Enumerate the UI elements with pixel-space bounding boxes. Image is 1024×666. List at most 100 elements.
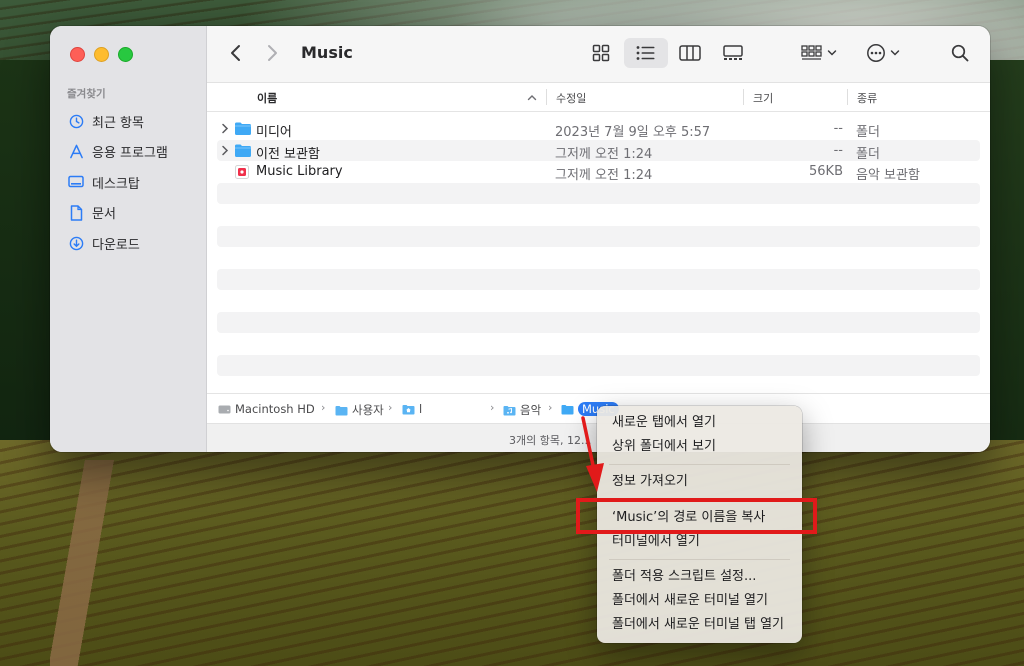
zoom-window-button[interactable] xyxy=(118,47,133,62)
sort-ascending-icon[interactable] xyxy=(527,91,537,104)
desktop-icon xyxy=(68,174,84,190)
empty-row xyxy=(217,311,980,333)
menu-divider xyxy=(609,559,790,560)
main-pane: Music 이름 수정일 크기 종류 미디어 2023년 7월 9일 오후 5:… xyxy=(207,26,990,452)
breadcrumb-label: Macintosh HD xyxy=(235,402,315,416)
file-kind: 폴더 xyxy=(856,125,880,140)
download-icon xyxy=(68,235,84,251)
empty-row xyxy=(217,182,980,204)
file-list: 미디어 2023년 7월 9일 오후 5:57 -- 폴더 이전 보관함 그저께… xyxy=(217,118,980,376)
document-icon xyxy=(68,205,84,221)
background-hill xyxy=(0,440,1024,666)
empty-row xyxy=(217,247,980,269)
back-button[interactable] xyxy=(225,42,247,64)
list-view-button[interactable] xyxy=(624,38,668,68)
chevron-down-icon xyxy=(827,50,837,56)
more-actions-button[interactable] xyxy=(860,38,906,68)
icon-view-button[interactable] xyxy=(584,38,618,68)
disclosure-chevron-icon[interactable] xyxy=(221,123,229,138)
file-date: 그저께 오전 1:24 xyxy=(555,168,653,183)
home-folder-icon xyxy=(402,404,415,414)
grid-icon xyxy=(592,44,610,62)
file-size: -- xyxy=(833,121,843,136)
sidebar-item-applications[interactable]: 응용 프로그램 xyxy=(60,137,200,168)
menu-item-show-in-enclosing-folder[interactable]: 상위 폴더에서 보기 xyxy=(612,437,716,457)
column-kind-header[interactable]: 종류 xyxy=(857,90,877,106)
sidebar-list: 최근 항목 응용 프로그램 데스크탑 문서 다운로드 xyxy=(60,106,200,259)
ellipsis-circle-icon xyxy=(867,44,885,62)
disclosure-chevron-icon[interactable] xyxy=(221,145,229,160)
breadcrumb-home[interactable]: l xyxy=(402,402,422,416)
sidebar-item-label: 데스크탑 xyxy=(92,176,140,192)
file-size: -- xyxy=(833,142,843,158)
breadcrumb-users[interactable]: 사용자 xyxy=(335,402,384,418)
breadcrumb-music-folder[interactable]: 음악 xyxy=(503,402,541,418)
sidebar-item-label: 응용 프로그램 xyxy=(92,146,168,162)
clock-icon xyxy=(68,113,84,129)
applications-icon xyxy=(68,144,84,160)
file-date: 그저께 오전 1:24 xyxy=(555,146,653,162)
column-divider[interactable] xyxy=(847,89,848,105)
menu-item-new-terminal-tab-at-folder[interactable]: 폴더에서 새로운 터미널 탭 열기 xyxy=(612,615,784,635)
background-road xyxy=(50,460,130,666)
minimize-window-button[interactable] xyxy=(94,47,109,62)
table-row[interactable]: 이전 보관함 그저께 오전 1:24 -- 폴더 xyxy=(217,139,980,162)
menu-item-new-terminal-at-folder[interactable]: 폴더에서 새로운 터미널 열기 xyxy=(612,591,768,611)
column-view-button[interactable] xyxy=(673,38,707,68)
forward-button[interactable] xyxy=(261,42,283,64)
empty-row xyxy=(217,268,980,290)
table-row[interactable]: 미디어 2023년 7월 9일 오후 5:57 -- 폴더 xyxy=(217,118,980,140)
group-by-button[interactable] xyxy=(796,38,842,68)
file-name: 이전 보관함 xyxy=(256,146,320,162)
background-trees-right xyxy=(984,60,1024,480)
column-divider[interactable] xyxy=(743,89,744,105)
traffic-lights xyxy=(70,47,133,62)
toolbar: Music xyxy=(207,26,990,83)
file-size: 56KB xyxy=(809,164,843,179)
breadcrumb-separator: › xyxy=(388,401,393,414)
menu-item-open-in-terminal[interactable]: 터미널에서 열기 xyxy=(612,532,700,552)
breadcrumb-label: 음악 xyxy=(520,403,542,417)
column-size-header[interactable]: 크기 xyxy=(753,90,773,106)
breadcrumb-label: 사용자 xyxy=(352,403,384,417)
window-title: Music xyxy=(301,43,353,62)
file-name: Music Library xyxy=(256,164,343,179)
columns-icon xyxy=(679,45,701,61)
search-icon xyxy=(951,44,969,62)
breadcrumb-macintosh-hd[interactable]: Macintosh HD xyxy=(218,402,315,416)
gallery-view-button[interactable] xyxy=(716,38,750,68)
folder-icon xyxy=(335,405,348,415)
folder-icon xyxy=(234,121,252,140)
empty-row xyxy=(217,225,980,247)
sidebar-item-label: 다운로드 xyxy=(92,237,140,253)
breadcrumb-separator: › xyxy=(321,401,326,414)
sidebar-item-downloads[interactable]: 다운로드 xyxy=(60,228,200,259)
finder-window: 즐겨찾기 최근 항목 응용 프로그램 데스크탑 문서 다운로드 Music 이름… xyxy=(50,26,990,452)
chevron-down-icon xyxy=(890,50,900,56)
sidebar-item-documents[interactable]: 문서 xyxy=(60,198,200,229)
file-kind: 음악 보관함 xyxy=(856,168,920,183)
sidebar-item-recents[interactable]: 최근 항목 xyxy=(60,106,200,137)
breadcrumb-separator: › xyxy=(548,401,553,414)
breadcrumb-separator: › xyxy=(490,401,495,414)
table-row[interactable]: Music Library 그저께 오전 1:24 56KB 음악 보관함 xyxy=(217,161,980,183)
menu-item-get-info[interactable]: 정보 가져오기 xyxy=(612,472,688,492)
chevron-left-icon xyxy=(231,45,240,61)
menu-item-open-in-new-tab[interactable]: 새로운 탭에서 열기 xyxy=(612,413,716,433)
search-button[interactable] xyxy=(945,38,975,68)
menu-item-folder-actions-setup[interactable]: 폴더 적용 스크립트 설정... xyxy=(612,567,756,587)
status-text: 3개의 항목, 12... xyxy=(509,434,592,447)
sidebar-item-desktop[interactable]: 데스크탑 xyxy=(60,167,200,198)
column-name-header[interactable]: 이름 xyxy=(257,90,277,106)
close-window-button[interactable] xyxy=(70,47,85,62)
sidebar-heading: 즐겨찾기 xyxy=(67,88,106,100)
breadcrumb-label: l xyxy=(419,402,423,416)
empty-row xyxy=(217,290,980,312)
file-kind: 폴더 xyxy=(856,146,880,162)
column-date-header[interactable]: 수정일 xyxy=(556,90,586,106)
column-divider[interactable] xyxy=(546,89,547,105)
empty-row xyxy=(217,333,980,355)
sidebar-item-label: 최근 항목 xyxy=(92,115,144,131)
highlight-box xyxy=(576,498,817,534)
empty-row xyxy=(217,354,980,376)
